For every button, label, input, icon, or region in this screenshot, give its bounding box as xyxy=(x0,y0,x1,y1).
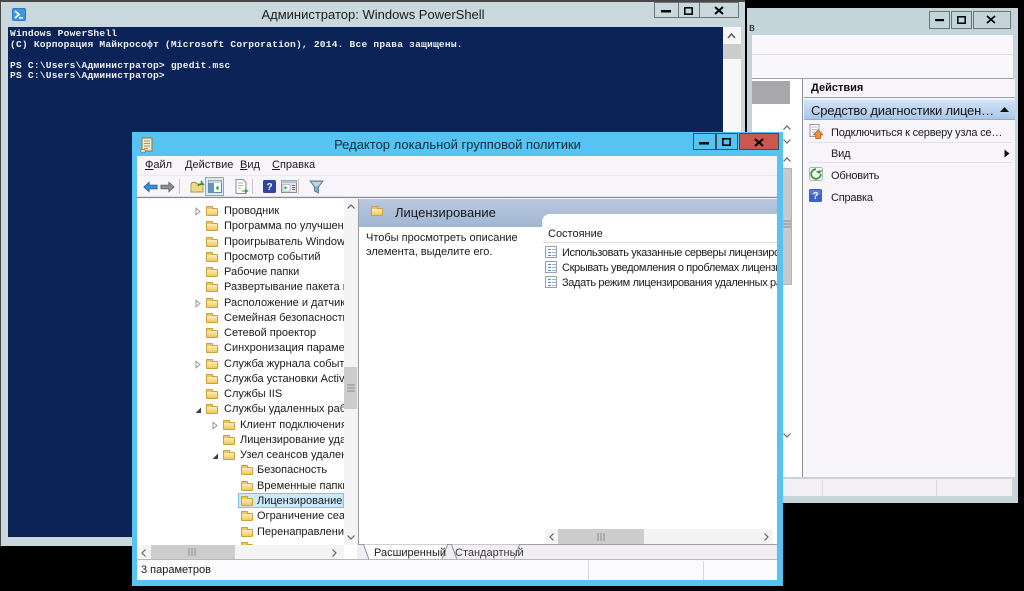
svg-text:?: ? xyxy=(812,191,818,202)
svg-text:?: ? xyxy=(266,182,272,193)
